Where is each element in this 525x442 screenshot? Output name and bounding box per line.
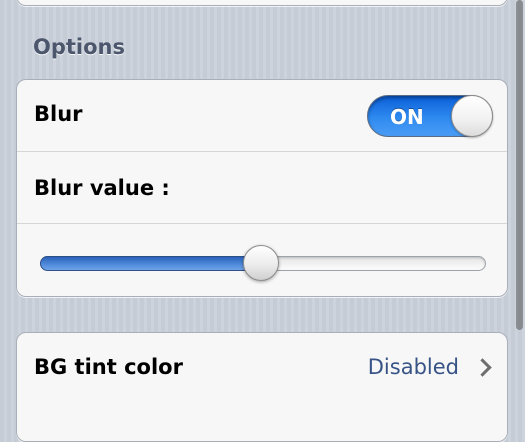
chevron-right-icon — [473, 358, 492, 377]
options-group: Blur ON Blur value : — [16, 79, 508, 297]
blur-value-label: Blur value : — [34, 176, 170, 200]
previous-settings-group — [16, 0, 508, 6]
bg-tint-color-label: BG tint color — [34, 355, 183, 379]
blur-slider-thumb[interactable] — [242, 245, 279, 281]
blur-slider-cell — [17, 224, 507, 296]
bg-tint-color-cell[interactable]: BG tint color Disabled — [17, 333, 507, 405]
section-header-options: Options — [33, 35, 125, 59]
blur-value-cell: Blur value : — [17, 152, 507, 224]
blur-label: Blur — [34, 102, 83, 126]
bg-tint-color-value: Disabled — [367, 355, 459, 379]
toggle-state-label: ON — [390, 105, 424, 129]
background-group: BG tint color Disabled — [16, 332, 508, 442]
blur-slider-fill — [40, 256, 263, 271]
toggle-knob — [451, 95, 493, 137]
blur-cell: Blur ON — [17, 80, 507, 152]
scroll-indicator — [516, 0, 523, 330]
blur-toggle-switch[interactable]: ON — [367, 95, 493, 137]
